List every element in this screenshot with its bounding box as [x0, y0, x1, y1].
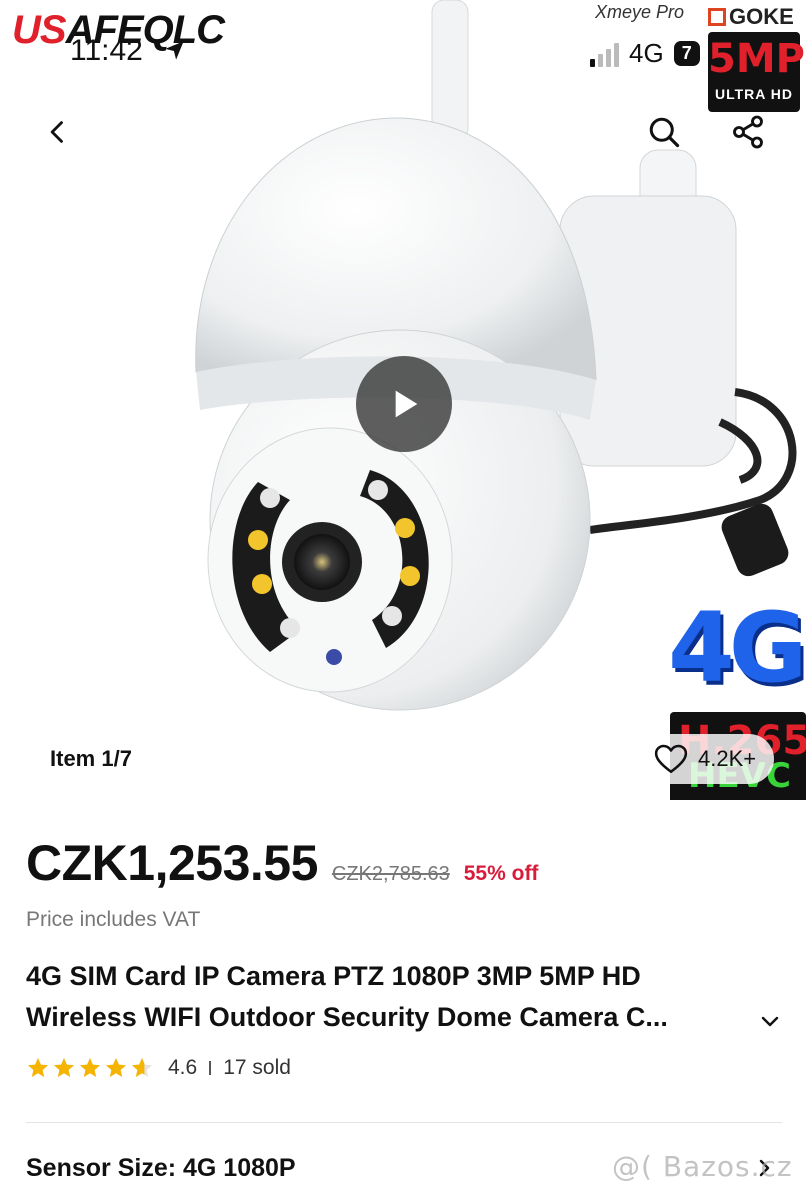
star-icon	[28, 1058, 48, 1077]
badge-mp-text: 5MP	[708, 36, 805, 82]
sensor-size-label: Sensor Size: 4G 1080P	[26, 1153, 296, 1182]
original-price: CZK2,785.63	[331, 863, 450, 885]
star-icon	[106, 1058, 126, 1077]
rating-row[interactable]: 4.6 17 sold	[26, 1056, 291, 1080]
section-divider	[26, 1122, 782, 1123]
goke-badge: GOKE	[708, 4, 794, 30]
play-video-button[interactable]	[356, 356, 452, 452]
back-button[interactable]	[34, 108, 82, 156]
watermark: @( Bazos.cz	[612, 1150, 793, 1183]
goke-logo-icon	[708, 8, 726, 26]
wishlist-button[interactable]: 4.2K+	[644, 734, 775, 784]
search-icon	[649, 117, 680, 148]
share-button[interactable]	[724, 108, 772, 156]
xmeye-pro-label: Xmeye Pro	[595, 2, 685, 22]
heart-icon	[654, 744, 688, 774]
discount-badge: 55% off	[463, 862, 539, 885]
wishlist-count: 4.2K+	[698, 746, 757, 771]
image-counter: Item 1/7	[50, 746, 132, 771]
badge-4g: 4G	[668, 592, 808, 704]
badge-ultra-hd-text: ULTRA HD	[715, 86, 793, 102]
current-price: CZK1,253.55	[26, 835, 318, 891]
product-title-line-2: Wireless WIFI Outdoor Security Dome Came…	[26, 1002, 668, 1032]
product-page: USAFEQLC Xmeye Pro GOKE 5MP ULTRA HD 11:…	[0, 0, 808, 1200]
status-bar-right: 4G 7	[590, 38, 700, 69]
product-image-gallery[interactable]: USAFEQLC Xmeye Pro GOKE 5MP ULTRA HD 11:…	[0, 0, 808, 800]
search-button[interactable]	[640, 108, 688, 156]
chevron-down-icon	[761, 1016, 779, 1027]
battery-icon: 7	[673, 41, 700, 66]
signal-icon	[590, 41, 619, 67]
share-icon	[733, 115, 763, 149]
expand-title-button[interactable]	[752, 1006, 788, 1036]
rating-separator	[209, 1061, 212, 1075]
vat-note: Price includes VAT	[26, 908, 201, 931]
network-type: 4G	[629, 38, 664, 68]
location-arrow-icon	[165, 41, 184, 60]
chevron-left-icon	[50, 121, 63, 143]
play-icon	[395, 390, 418, 418]
star-icon	[80, 1058, 100, 1077]
star-icon	[54, 1058, 74, 1077]
resolution-badge: 5MP ULTRA HD	[708, 32, 805, 112]
star-icon	[132, 1058, 152, 1077]
rating-value: 4.6	[168, 1056, 198, 1079]
sold-count: 17 sold	[223, 1056, 291, 1079]
status-time: 11:42	[70, 34, 143, 67]
product-title-line-1: 4G SIM Card IP Camera PTZ 1080P 3MP 5MP …	[26, 961, 641, 991]
star-rating	[26, 1056, 154, 1080]
product-title[interactable]: 4G SIM Card IP Camera PTZ 1080P 3MP 5MP …	[26, 956, 756, 1038]
price-row: CZK1,253.55 CZK2,785.63 55% off	[26, 834, 538, 892]
